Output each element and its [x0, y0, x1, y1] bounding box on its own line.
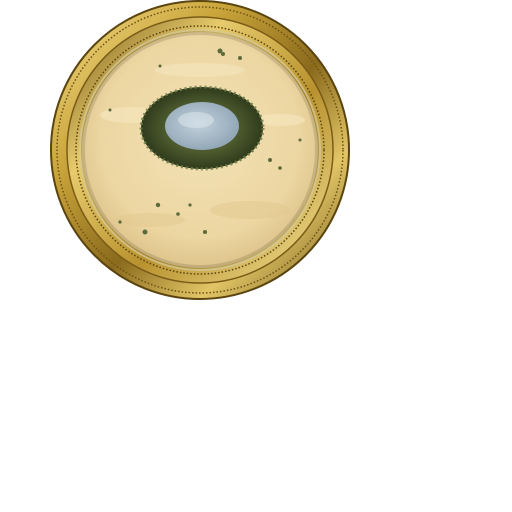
- game-screen: [0, 0, 512, 512]
- oasis: [139, 85, 265, 171]
- minimap[interactable]: [0, 0, 512, 512]
